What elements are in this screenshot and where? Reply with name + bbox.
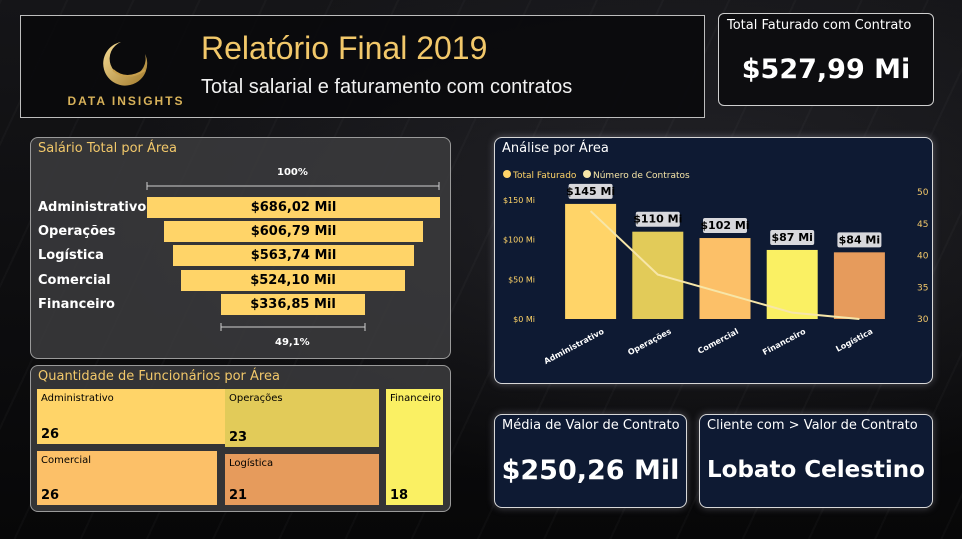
funnel-label-comercial: Comercial (38, 273, 111, 288)
kpi-total-value: $527,99 Mi (741, 54, 911, 85)
treemap-cell-logistica[interactable]: Logística 21 (225, 454, 379, 505)
page-subtitle: Total salarial e faturamento com contrat… (201, 76, 573, 98)
treemap-cell-value: 26 (41, 427, 60, 442)
y-right-tick-label: 30 (917, 315, 929, 325)
kpi-client-value: Lobato Celestino (707, 457, 925, 483)
legend-label-contratos: Número de Contratos (593, 171, 690, 181)
x-tick-label: Administrativo (542, 327, 606, 366)
funnel-top-percent: 100% (277, 167, 308, 178)
chart-legend: Total Faturado Número de Contratos (503, 170, 690, 181)
treemap-cell-label: Operações (229, 393, 283, 404)
employees-panel[interactable]: Quantidade de Funcionários por Área Admi… (30, 365, 451, 512)
y-right-tick-label: 40 (917, 252, 929, 262)
y-right-tick-label: 50 (917, 188, 929, 198)
salary-panel[interactable]: Salário Total por Área 100% 49,1% Admini… (30, 137, 451, 359)
treemap-cell-financeiro[interactable]: Financeiro 18 (386, 389, 443, 505)
data-label: $145 Mi (566, 185, 615, 198)
treemap-cell-operacoes[interactable]: Operações 23 (225, 389, 379, 447)
bar-financeiro[interactable] (766, 249, 818, 319)
kpi-avg-card[interactable]: Média de Valor de Contrato $250,26 Mil (494, 414, 687, 508)
funnel-bar-comercial[interactable]: $524,10 Mil (181, 270, 405, 291)
funnel-label-administrativo: Administrativo (38, 200, 147, 215)
bar-comercial[interactable] (699, 238, 751, 319)
kpi-client-card[interactable]: Cliente com > Valor de Contrato Lobato C… (699, 414, 933, 508)
page-title: Relatório Final 2019 (201, 30, 488, 66)
funnel-bottom-percent: 49,1% (275, 337, 310, 348)
funnel-bar-operacoes[interactable]: $606,79 Mil (164, 221, 423, 242)
legend-label-faturado: Total Faturado (512, 171, 577, 181)
data-label: $87 Mi (771, 231, 813, 244)
funnel-bar-administrativo[interactable]: $686,02 Mil (147, 197, 440, 218)
employees-panel-title: Quantidade de Funcionários por Área (38, 369, 280, 384)
kpi-client-label: Cliente com > Valor de Contrato (707, 418, 918, 433)
treemap-cell-administrativo[interactable]: Administrativo 26 (37, 389, 247, 444)
funnel-label-financeiro: Financeiro (38, 297, 115, 312)
data-label: $84 Mi (839, 233, 881, 246)
x-tick-label: Comercial (696, 327, 740, 356)
data-label: $102 Mi (700, 219, 749, 232)
kpi-avg-value: $250,26 Mil (501, 455, 680, 486)
logo-text: DATA INSIGHTS (67, 94, 185, 108)
legend-dot-contratos (583, 170, 591, 178)
x-tick-label: Operações (626, 327, 673, 357)
kpi-total-card[interactable]: Total Faturado com Contrato $527,99 Mi (718, 13, 934, 106)
bar-administrativo[interactable] (565, 203, 617, 319)
x-tick-label: Logística (834, 327, 874, 354)
treemap-cell-label: Financeiro (390, 393, 442, 404)
treemap-cell-value: 21 (229, 488, 248, 503)
y-right-tick-label: 35 (917, 283, 928, 293)
treemap-cell-value: 23 (229, 430, 248, 445)
funnel-bar-financeiro[interactable]: $336,85 Mil (221, 294, 365, 315)
kpi-avg-label: Média de Valor de Contrato (502, 418, 680, 433)
logo: DATA INSIGHTS (61, 30, 191, 110)
analysis-panel[interactable]: Análise por Área Total Faturado Número d… (494, 137, 933, 384)
treemap-cell-value: 18 (390, 488, 409, 503)
y-left-tick-label: $0 Mi (513, 315, 535, 324)
logo-moon-icon (103, 42, 148, 86)
bar-logística[interactable] (833, 252, 885, 319)
treemap-cell-value: 26 (41, 488, 60, 503)
analysis-chart[interactable]: Total Faturado Número de Contratos $0 Mi… (495, 138, 934, 385)
y-left-tick-label: $150 Mi (503, 196, 535, 205)
treemap-cell-label: Administrativo (41, 393, 114, 404)
y-left-tick-label: $50 Mi (508, 275, 535, 284)
legend-dot-faturado (503, 170, 511, 178)
header-panel: DATA INSIGHTS Relatório Final 2019 Total… (20, 15, 705, 118)
treemap-cell-label: Comercial (41, 455, 92, 466)
funnel-bar-logistica[interactable]: $563,74 Mil (173, 245, 414, 266)
treemap-cell-comercial[interactable]: Comercial 26 (37, 451, 217, 505)
kpi-total-label: Total Faturado com Contrato (727, 18, 912, 33)
funnel-label-operacoes: Operações (38, 224, 116, 239)
y-left-tick-label: $100 Mi (503, 236, 535, 245)
x-tick-label: Financeiro (761, 327, 807, 357)
treemap-cell-label: Logística (229, 458, 274, 469)
funnel-label-logistica: Logística (38, 248, 104, 263)
y-right-tick-label: 45 (917, 220, 928, 230)
data-label: $110 Mi (633, 213, 682, 226)
